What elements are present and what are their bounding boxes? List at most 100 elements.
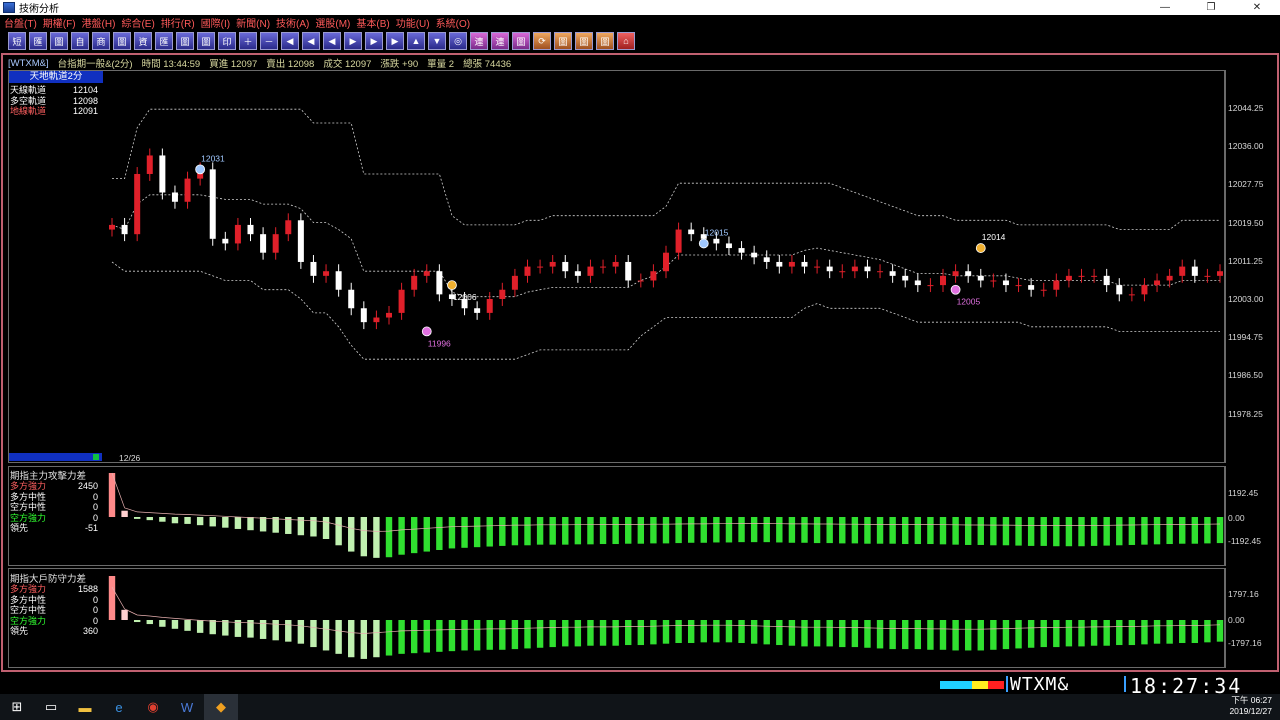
signal-marker-icon	[447, 280, 457, 291]
attack-bar	[1153, 517, 1161, 545]
tray-time: 下午 06:27	[1231, 695, 1272, 705]
attack-bar	[776, 517, 783, 543]
candle-body	[411, 275, 418, 290]
connection-indicator	[940, 681, 1004, 689]
candle-body	[801, 261, 808, 267]
candle-body	[260, 234, 267, 253]
defense-bar	[725, 620, 733, 643]
defense-bar	[1128, 620, 1136, 646]
attack-bar	[902, 517, 909, 545]
defense-bar	[776, 620, 783, 646]
candle-body	[386, 312, 392, 318]
candle-body	[1002, 280, 1009, 286]
attack-bar	[171, 517, 179, 524]
defense-bar	[511, 620, 519, 650]
candle-body	[1217, 271, 1223, 276]
task-view-icon[interactable]: ▭	[34, 694, 68, 720]
candle-body	[663, 252, 669, 272]
defense-bar	[738, 620, 745, 644]
candle-body	[335, 271, 342, 290]
file-explorer-icon[interactable]: ▬	[68, 694, 102, 720]
windows-start-icon[interactable]: ⊞	[0, 694, 34, 720]
attack-bar	[184, 517, 191, 524]
attack-bar	[864, 517, 871, 544]
defense-bar	[1179, 620, 1186, 644]
attack-bar	[1204, 517, 1211, 544]
attack-bar	[587, 517, 594, 545]
chart-canvas[interactable]: 12031 12006 11996 12015 12014 12005	[0, 0, 1280, 720]
candle-body	[486, 299, 493, 313]
status-divider	[1124, 676, 1126, 692]
system-tray-clock[interactable]: 下午 06:27 2019/12/27	[1229, 695, 1272, 717]
candle-body	[285, 220, 292, 235]
defense-bar	[373, 620, 380, 658]
defense-bar	[436, 620, 443, 652]
candle-body	[398, 289, 405, 313]
attack-bar	[159, 517, 166, 522]
candle-body	[952, 271, 959, 276]
candle-body	[146, 155, 153, 174]
tray-date: 2019/12/27	[1229, 706, 1272, 716]
defense-bar	[662, 620, 670, 644]
defense-bar	[146, 620, 153, 625]
attack-bar	[348, 517, 355, 552]
attack-bar	[511, 517, 519, 546]
candle-body	[1166, 275, 1173, 281]
attack-bar	[234, 517, 242, 529]
candle-body	[234, 224, 241, 244]
defense-bar	[108, 576, 116, 620]
candle-body	[902, 275, 909, 281]
candle-body	[1103, 275, 1110, 286]
attack-bar	[876, 517, 884, 544]
candle-body	[637, 280, 644, 282]
attack-bar	[196, 517, 204, 526]
defense-bar	[574, 620, 582, 647]
candle-body	[625, 261, 632, 281]
attack-bar	[562, 517, 569, 545]
defense-bar	[675, 620, 682, 644]
defense-bar	[826, 620, 833, 647]
candle-body	[725, 243, 732, 249]
attack-bar	[385, 517, 393, 558]
attack-bar	[1090, 517, 1098, 546]
defense-bar	[297, 620, 305, 644]
taskbar: ⊞ ▭ ▬ e ◉ W ◆ 下午 06:27 2019/12/27	[0, 694, 1280, 720]
defense-bar	[1153, 620, 1161, 644]
attack-bar	[222, 517, 229, 528]
defense-bar	[927, 620, 934, 650]
attack-bar	[1015, 517, 1022, 546]
word-app-icon[interactable]: W	[170, 694, 204, 720]
candle-body	[348, 289, 355, 309]
attack-bar	[851, 517, 859, 544]
defense-bar	[990, 620, 997, 650]
signal-label: 12006	[453, 292, 477, 302]
trading-app-icon[interactable]: ◆	[204, 694, 238, 720]
defense-bar	[196, 620, 204, 633]
attack-bar	[146, 517, 153, 521]
signal-marker-icon	[975, 243, 986, 253]
attack-bar	[1002, 517, 1010, 546]
candle-body	[1116, 285, 1123, 295]
attack-bar	[473, 517, 481, 548]
defense-bar	[713, 620, 720, 643]
defense-bar	[486, 620, 493, 650]
edge-browser-icon[interactable]: e	[102, 694, 136, 720]
attack-bar	[247, 517, 254, 531]
defense-bar	[1204, 620, 1211, 643]
attack-bar	[398, 517, 405, 555]
candle-body	[864, 266, 871, 272]
status-divider	[1006, 676, 1008, 692]
candle-body	[360, 308, 367, 323]
defense-bar	[1040, 620, 1047, 648]
candle-body	[549, 261, 556, 267]
candle-body	[889, 271, 896, 276]
candle-body	[209, 169, 216, 239]
candle-body	[184, 178, 191, 202]
attack-bar	[990, 517, 997, 546]
defense-bar	[1141, 620, 1148, 645]
chrome-browser-icon[interactable]: ◉	[136, 694, 170, 720]
attack-bar	[1216, 517, 1224, 544]
attack-bar	[1116, 517, 1123, 546]
candle-body	[763, 257, 770, 262]
attack-bar	[121, 510, 128, 517]
